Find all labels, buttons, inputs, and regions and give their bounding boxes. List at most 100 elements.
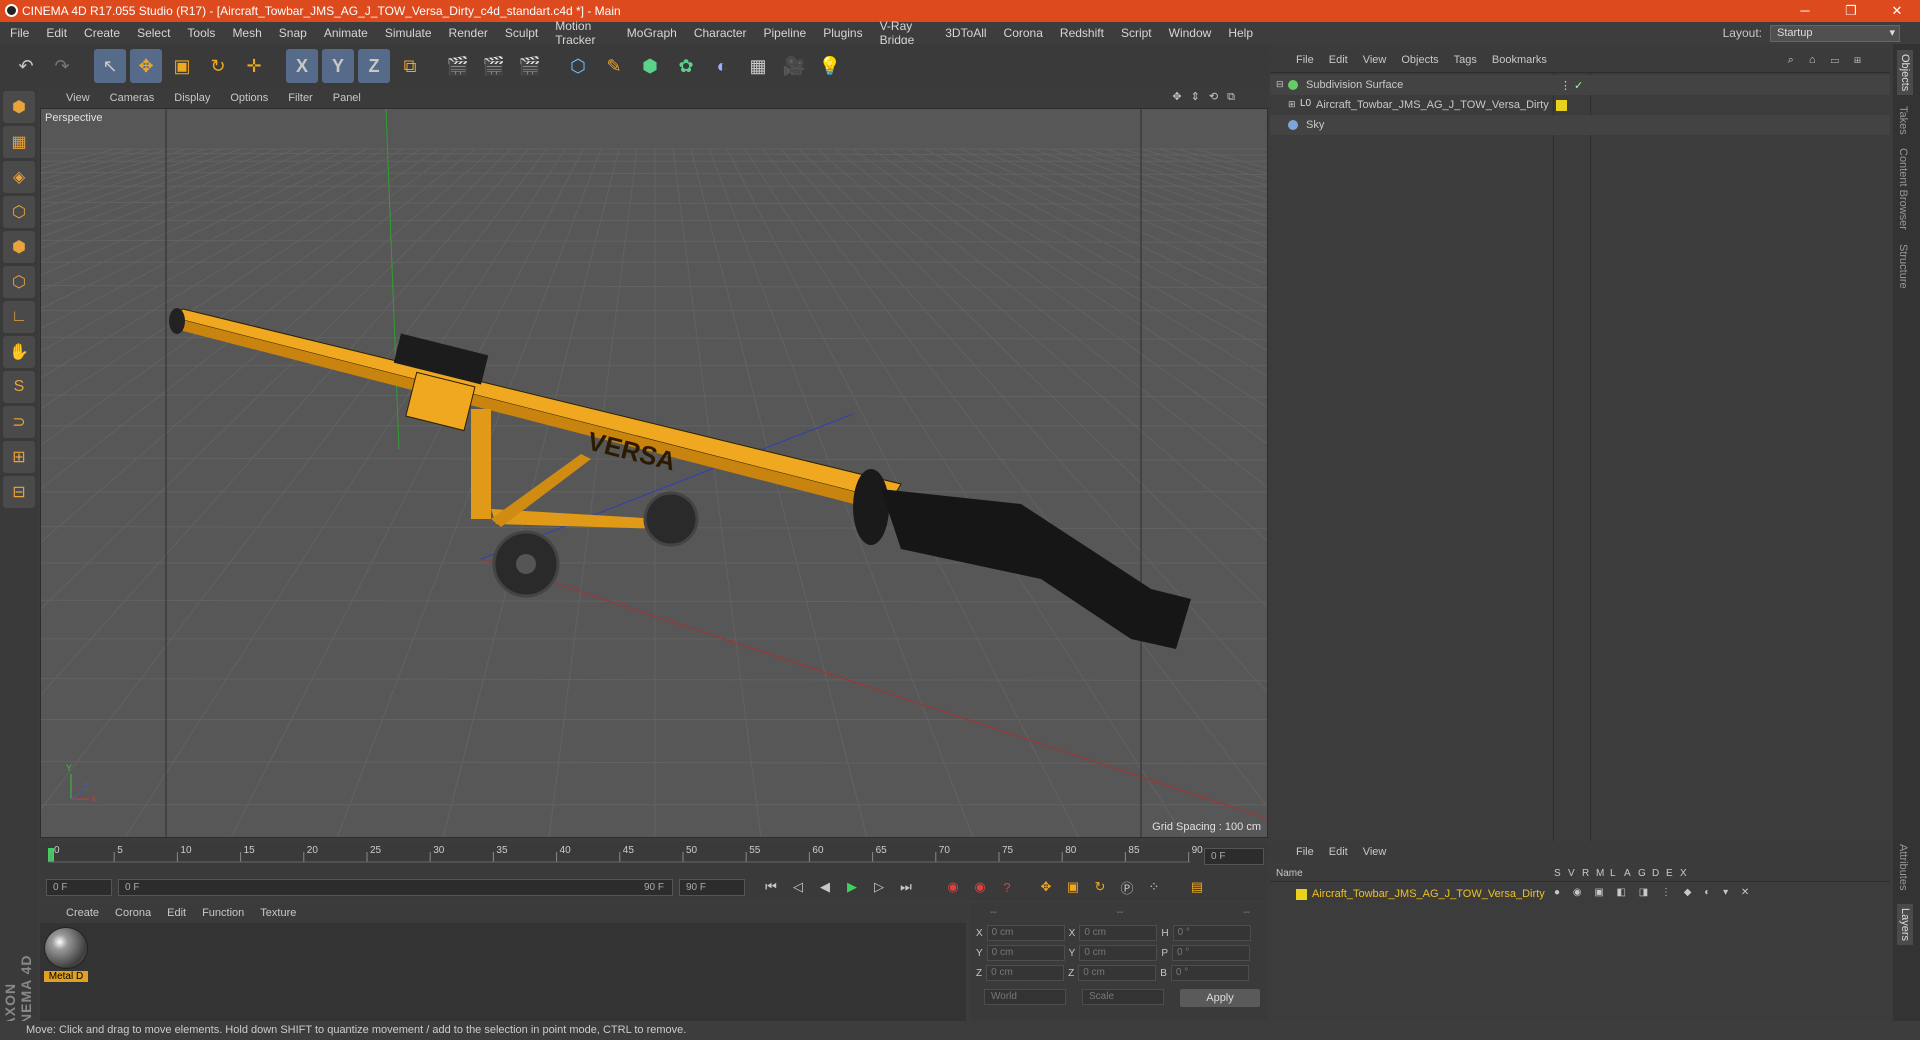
menu-snap[interactable]: Snap	[279, 26, 307, 40]
coord-mode-select[interactable]: World	[984, 989, 1066, 1005]
menu-motion-tracker[interactable]: Motion Tracker	[555, 19, 610, 47]
layer-row[interactable]: Aircraft_Towbar_JMS_AG_J_TOW_Versa_Dirty…	[1270, 884, 1890, 904]
close-button[interactable]: ✕	[1874, 0, 1920, 22]
keyframe-selection-icon[interactable]: ?	[995, 876, 1019, 898]
frame-range-slider[interactable]: 0 F 90 F	[118, 878, 673, 896]
workplane-mode-icon[interactable]: ◈	[3, 161, 35, 193]
floor-button[interactable]: ▦	[742, 49, 774, 83]
menu-simulate[interactable]: Simulate	[385, 26, 432, 40]
edges-mode-icon[interactable]: ⬢	[3, 231, 35, 263]
size-x-field[interactable]: 0 cm	[1079, 925, 1158, 941]
layer-col-name[interactable]: Name	[1276, 868, 1303, 879]
z-axis-lock-button[interactable]: Z	[358, 49, 390, 83]
layer-col-d[interactable]: D	[1652, 868, 1659, 879]
menu-mesh[interactable]: Mesh	[232, 26, 261, 40]
workplane-align-icon[interactable]: ⊟	[3, 476, 35, 508]
start-frame-field[interactable]: 0 F	[46, 878, 112, 896]
layer-col-r[interactable]: R	[1582, 868, 1589, 879]
size-y-field[interactable]: 0 cm	[1079, 945, 1158, 961]
current-frame-field[interactable]: 0 F	[1204, 848, 1264, 865]
menu-v-ray-bridge[interactable]: V-Ray Bridge	[880, 19, 929, 47]
layer-col-e[interactable]: E	[1666, 868, 1673, 879]
menu-create[interactable]: Create	[84, 26, 120, 40]
move-tool-button[interactable]: ✥	[130, 49, 162, 83]
light-button[interactable]: 💡	[814, 49, 846, 83]
record-key-icon[interactable]: ◉	[941, 876, 965, 898]
pos-z-field[interactable]: 0 cm	[986, 965, 1065, 981]
collapse-icon[interactable]: ⊟	[1276, 79, 1284, 90]
menu-select[interactable]: Select	[137, 26, 170, 40]
cloner-button[interactable]: ✿	[670, 49, 702, 83]
menu-corona[interactable]: Corona	[1004, 26, 1043, 40]
om-menu-tags[interactable]: Tags	[1454, 54, 1477, 66]
tab-takes[interactable]: Takes	[1897, 106, 1909, 135]
menu-3dtoall[interactable]: 3DToAll	[945, 26, 986, 40]
material-menu-create[interactable]: Create	[66, 907, 99, 919]
viewport-menu-options[interactable]: Options	[230, 92, 268, 104]
points-mode-icon[interactable]: ⬡	[3, 196, 35, 228]
play-button[interactable]: ▶	[840, 876, 864, 898]
menu-character[interactable]: Character	[694, 26, 747, 40]
menu-redshift[interactable]: Redshift	[1060, 26, 1104, 40]
menu-script[interactable]: Script	[1121, 26, 1152, 40]
key-param-icon[interactable]: Ⓟ	[1115, 876, 1139, 898]
subdivision-surface-button[interactable]: ⬢	[634, 49, 666, 83]
magnet-icon[interactable]: ⊃	[3, 406, 35, 438]
viewport-menu-view[interactable]: View	[66, 92, 90, 104]
material-menu-function[interactable]: Function	[202, 907, 244, 919]
viewport-menu-cameras[interactable]: Cameras	[110, 92, 155, 104]
rot-b-field[interactable]: 0 °	[1170, 965, 1249, 981]
rot-h-field[interactable]: 0 °	[1172, 925, 1251, 941]
render-picture-viewer-button[interactable]: 🎬	[478, 49, 510, 83]
key-pla-icon[interactable]: ⁘	[1142, 876, 1166, 898]
viewport-nav-controls[interactable]: ✥ ⇕ ⟲ ⧉	[1172, 90, 1238, 104]
layer-col-l[interactable]: L	[1610, 868, 1616, 879]
om-menu-view[interactable]: View	[1363, 54, 1387, 66]
lm-menu-edit[interactable]: Edit	[1329, 846, 1348, 858]
pen-spline-button[interactable]: ✎	[598, 49, 630, 83]
perspective-viewport[interactable]: VERSA Y X Z Perspective Grid Spacing : 1…	[40, 108, 1268, 838]
minimize-button[interactable]: ─	[1782, 0, 1828, 22]
tab-objects[interactable]: Objects	[1897, 50, 1913, 96]
polygons-mode-icon[interactable]: ⬡	[3, 266, 35, 298]
lm-menu-file[interactable]: File	[1296, 846, 1314, 858]
prev-key-button[interactable]: ◁	[786, 876, 810, 898]
layer-col-m[interactable]: M	[1596, 868, 1604, 879]
layer-col-s[interactable]: S	[1554, 868, 1561, 879]
layer-color-tag-icon[interactable]	[1556, 100, 1567, 111]
transform-tool-button[interactable]: ✛	[238, 49, 270, 83]
size-z-field[interactable]: 0 cm	[1078, 965, 1157, 981]
menu-window[interactable]: Window	[1169, 26, 1212, 40]
prev-frame-button[interactable]: ◀	[813, 876, 837, 898]
object-row-towbar[interactable]: ⊞ L0 Aircraft_Towbar_JMS_AG_J_TOW_Versa_…	[1270, 95, 1890, 115]
material-swatch[interactable]: Metal D	[44, 927, 88, 982]
undo-button[interactable]: ↶	[10, 49, 42, 83]
layer-col-a[interactable]: A	[1624, 868, 1631, 879]
end-frame-field[interactable]: 90 F	[679, 878, 745, 896]
om-menu-file[interactable]: File	[1296, 54, 1314, 66]
menu-file[interactable]: File	[10, 26, 29, 40]
material-menu-edit[interactable]: Edit	[167, 907, 186, 919]
lm-menu-view[interactable]: View	[1363, 846, 1387, 858]
object-visibility-check-icon[interactable]: ⋮ ✓	[1560, 79, 1583, 92]
key-scale-icon[interactable]: ▣	[1061, 876, 1085, 898]
coord-scale-select[interactable]: Scale	[1082, 989, 1164, 1005]
apply-button[interactable]: Apply	[1180, 989, 1260, 1007]
pos-y-field[interactable]: 0 cm	[986, 945, 1065, 961]
layer-col-x[interactable]: X	[1680, 868, 1687, 879]
menu-help[interactable]: Help	[1228, 26, 1253, 40]
layer-flags-icons[interactable]: ● ◉ ▣ ◧ ◨ ⋮ ◆ ◐ ▾ ✕	[1554, 887, 1754, 898]
menu-animate[interactable]: Animate	[324, 26, 368, 40]
deformer-button[interactable]: ◐	[706, 49, 738, 83]
material-menu-texture[interactable]: Texture	[260, 907, 296, 919]
next-frame-button[interactable]: ▷	[867, 876, 891, 898]
tab-attributes[interactable]: Attributes	[1897, 844, 1909, 890]
model-mode-icon[interactable]: ⬢	[3, 91, 35, 123]
goto-end-button[interactable]: ⏭	[894, 876, 918, 898]
snap-toggle-icon[interactable]: S	[3, 371, 35, 403]
x-axis-lock-button[interactable]: X	[286, 49, 318, 83]
layer-col-g[interactable]: G	[1638, 868, 1646, 879]
coordinate-system-button[interactable]: ⧉	[394, 49, 426, 83]
tab-content-browser[interactable]: Content Browser	[1897, 148, 1909, 230]
key-rotation-icon[interactable]: ↻	[1088, 876, 1112, 898]
